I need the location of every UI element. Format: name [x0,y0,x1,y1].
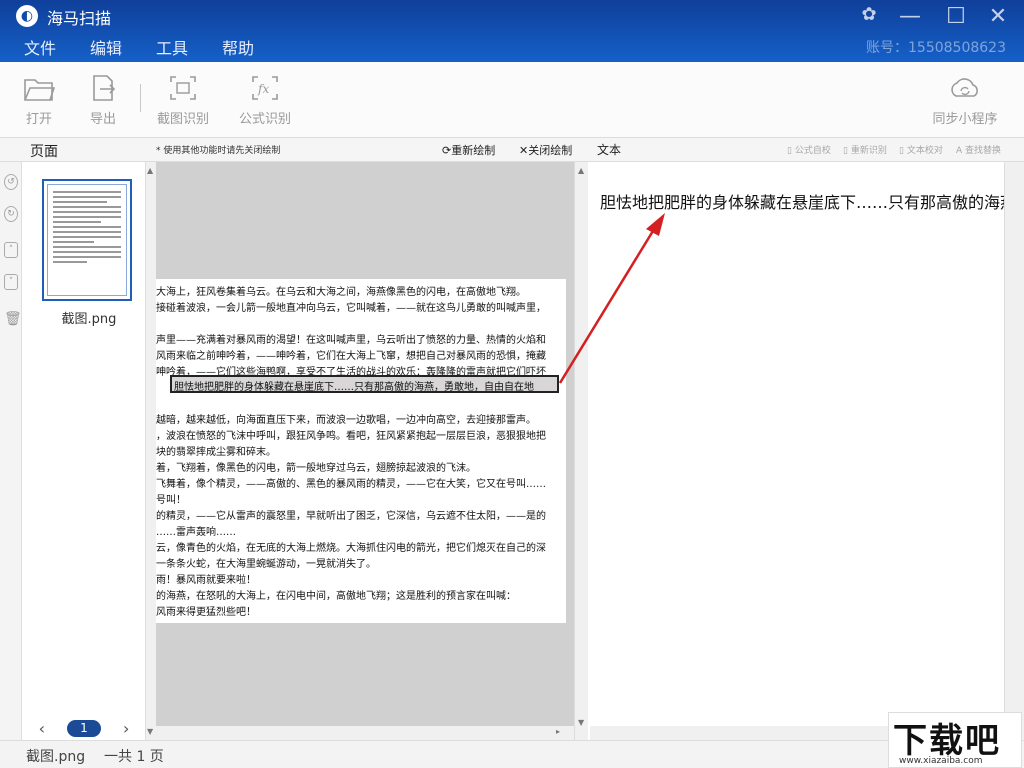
image-vertical-scrollbar[interactable]: ▲ ▼ [574,162,588,740]
panel-header-row: 页面 * 使用其他功能时请先关闭绘制 ⟳重新绘制 ✕关闭绘制 文本 ▯ 公式自校… [0,138,1024,162]
document-line: 飞舞着，像个精灵，——高傲的、黑色的暴风雨的精灵，——它在大笑，它又在号叫…… [156,479,546,489]
text-vertical-scrollbar[interactable] [1004,162,1024,740]
formula-ocr-button[interactable]: fx 公式识别 [236,74,294,127]
open-button[interactable]: 打开 [22,74,56,127]
document-line: 风雨来得更猛烈些吧！ [156,607,256,617]
close-draw-button[interactable]: ✕关闭绘制 [519,142,572,158]
formula-check-button[interactable]: ▯ 公式自校 [787,143,831,156]
title-bar: ◐ 海马扫描 文件 编辑 工具 帮助 ✿ — ☐ ✕ 账号：1550850862… [0,0,1024,62]
document-line: 一条条火蛇，在大海里蜿蜒游动，一晃就消失了。 [156,559,376,569]
menu-tools[interactable]: 工具 [156,35,188,59]
document-line: 的海燕，在怒吼的大海上，在闪电中间，高傲地飞翔；这是胜利的预言家在叫喊： [156,591,516,601]
status-bar: 截图.png 一共 1 页 [0,740,1024,768]
refresh-icon: ⟳ [442,144,452,157]
menu-edit[interactable]: 编辑 [90,35,122,59]
sync-label: 同步小程序 [932,112,998,127]
document-line: 的精灵，——它从雷声的震怒里，早就听出了困乏，它深信，乌云遮不住太阳，——是的 [156,511,546,521]
crop-icon [170,76,196,100]
rotate-right-icon[interactable]: ↻ [4,206,18,222]
page-thumbnail[interactable] [42,179,132,301]
formula-ocr-label: 公式识别 [238,112,291,127]
current-page-number: 1 [67,719,101,737]
watermark-url: www.xiazaiba.com [899,756,983,766]
status-filename: 截图.png [26,749,86,765]
screenshot-ocr-button[interactable]: 截图识别 [154,74,212,127]
close-draw-label: 关闭绘制 [528,144,573,157]
redraw-button[interactable]: ⟳重新绘制 [442,142,495,158]
ocr-result-text[interactable]: 胆怯地把肥胖的身体躲藏在悬崖底下……只有那高傲的海燕 [600,189,1004,213]
account-label: 账号：15508508623 [866,40,1006,56]
skin-icon[interactable]: ✿ [856,4,882,25]
move-up-icon[interactable]: ˄ [4,242,18,258]
pages-title: 页面 [30,144,58,160]
next-page-button[interactable]: › [123,719,129,738]
cloud-sync-icon [951,78,978,97]
image-horizontal-scrollbar[interactable]: ▸ [156,726,574,740]
toolbar: 打开 导出 截图识别 fx 公式识别 同步小程序 [0,62,1024,138]
menu-bar: 文件 编辑 工具 帮助 [24,35,288,59]
image-view: 大海上，狂风卷集着乌云。在乌云和大海之间，海燕像黑色的闪电，在高傲地飞翔。接碰着… [156,162,574,726]
proofread-button[interactable]: ▯ 文本校对 [899,143,943,156]
document-line: 风雨来临之前呻吟着，——呻吟着，它们在大海上飞窜，想把自己对暴风雨的恐惧，掩藏 [156,351,546,361]
side-tool-strip: ↺ ↻ ˄ ˅ 🗑 [0,162,22,740]
document-line: ，波浪在愤怒的飞沫中呼叫，跟狂风争鸣。看吧，狂风紧紧抱起一层层巨浪，恶狠狠地把 [156,431,546,441]
export-label: 导出 [89,112,116,127]
maximize-button[interactable]: ☐ [943,4,969,29]
prev-page-button[interactable]: ‹ [39,719,45,738]
scanned-document: 大海上，狂风卷集着乌云。在乌云和大海之间，海燕像黑色的闪电，在高傲地飞翔。接碰着… [156,279,566,623]
svg-text:fx: fx [257,82,269,96]
menu-file[interactable]: 文件 [24,35,56,59]
app-logo-icon: ◐ [16,5,38,27]
document-line: 声里——充满着对暴风雨的渴望！在这叫喊声里，乌云听出了愤怒的力量、热情的火焰和 [156,335,546,345]
minimize-button[interactable]: — [897,4,923,29]
thumbnail-preview [47,184,127,296]
document-line: 大海上，狂风卷集着乌云。在乌云和大海之间，海燕像黑色的闪电，在高傲地飞翔。 [156,287,526,297]
document-line: 接碰着波浪，一会儿箭一般地直冲向乌云，它叫喊着，——就在这鸟儿勇敢的叫喊声里， [156,303,546,313]
formula-icon: fx [252,76,278,100]
selection-text: 胆怯地把肥胖的身体躲藏在悬崖底下……只有那高傲的海燕，勇敢地，自由自在地 [174,382,534,393]
rotate-left-icon[interactable]: ↺ [4,174,18,190]
document-line: 着，飞翔着，像黑色的闪电，箭一般地穿过乌云，翅膀掠起波浪的飞沫。 [156,463,476,473]
document-line: 号叫！ [156,495,186,505]
find-replace-button[interactable]: A 查找替换 [956,143,1001,156]
document-line: 块的翡翠摔成尘雾和碎末。 [156,447,276,457]
trash-icon[interactable]: 🗑 [4,312,22,328]
thumbnails-scrollbar[interactable]: ▲ ▼ [146,162,156,740]
export-button[interactable]: 导出 [86,74,120,127]
document-line: ……雷声轰响…… [156,527,236,537]
document-line: 越暗，越来越低，向海面直压下来，而波浪一边歌唱，一边冲向高空，去迎接那雷声。 [156,415,536,425]
document-line: 云，像青色的火焰，在无底的大海上燃烧。大海抓住闪电的箭光，把它们熄灭在自己的深 [156,543,546,553]
folder-open-icon [24,79,55,101]
ocr-text-panel[interactable]: 胆怯地把肥胖的身体躲藏在悬崖底下……只有那高傲的海燕 [590,162,1004,726]
move-down-icon[interactable]: ˅ [4,274,18,290]
status-page-count: 一共 1 页 [104,749,164,765]
draw-hint: * 使用其他功能时请先关闭绘制 [156,146,281,156]
redraw-label: 重新绘制 [451,144,496,157]
app-title: 海马扫描 [47,9,112,28]
page-thumbnails-panel: 截图.png ‹ 1 › [22,162,146,740]
page-pager: ‹ 1 › [22,717,146,739]
sync-miniprogram-button[interactable]: 同步小程序 [928,74,1002,127]
open-label: 打开 [25,112,52,127]
watermark-title: 下载吧 [893,721,1001,761]
document-line: 雨！暴风雨就要来啦！ [156,575,256,585]
screenshot-ocr-label: 截图识别 [156,112,209,127]
text-title: 文本 [597,143,622,157]
thumbnail-filename: 截图.png [61,312,117,327]
close-button[interactable]: ✕ [985,4,1011,29]
menu-help[interactable]: 帮助 [222,35,254,59]
re-recognize-button[interactable]: ▯ 重新识别 [843,143,887,156]
toolbar-separator [140,84,141,112]
export-icon [93,75,116,101]
watermark-logo: 下载吧 www.xiazaiba.com [888,712,1022,768]
close-icon: ✕ [519,144,529,157]
